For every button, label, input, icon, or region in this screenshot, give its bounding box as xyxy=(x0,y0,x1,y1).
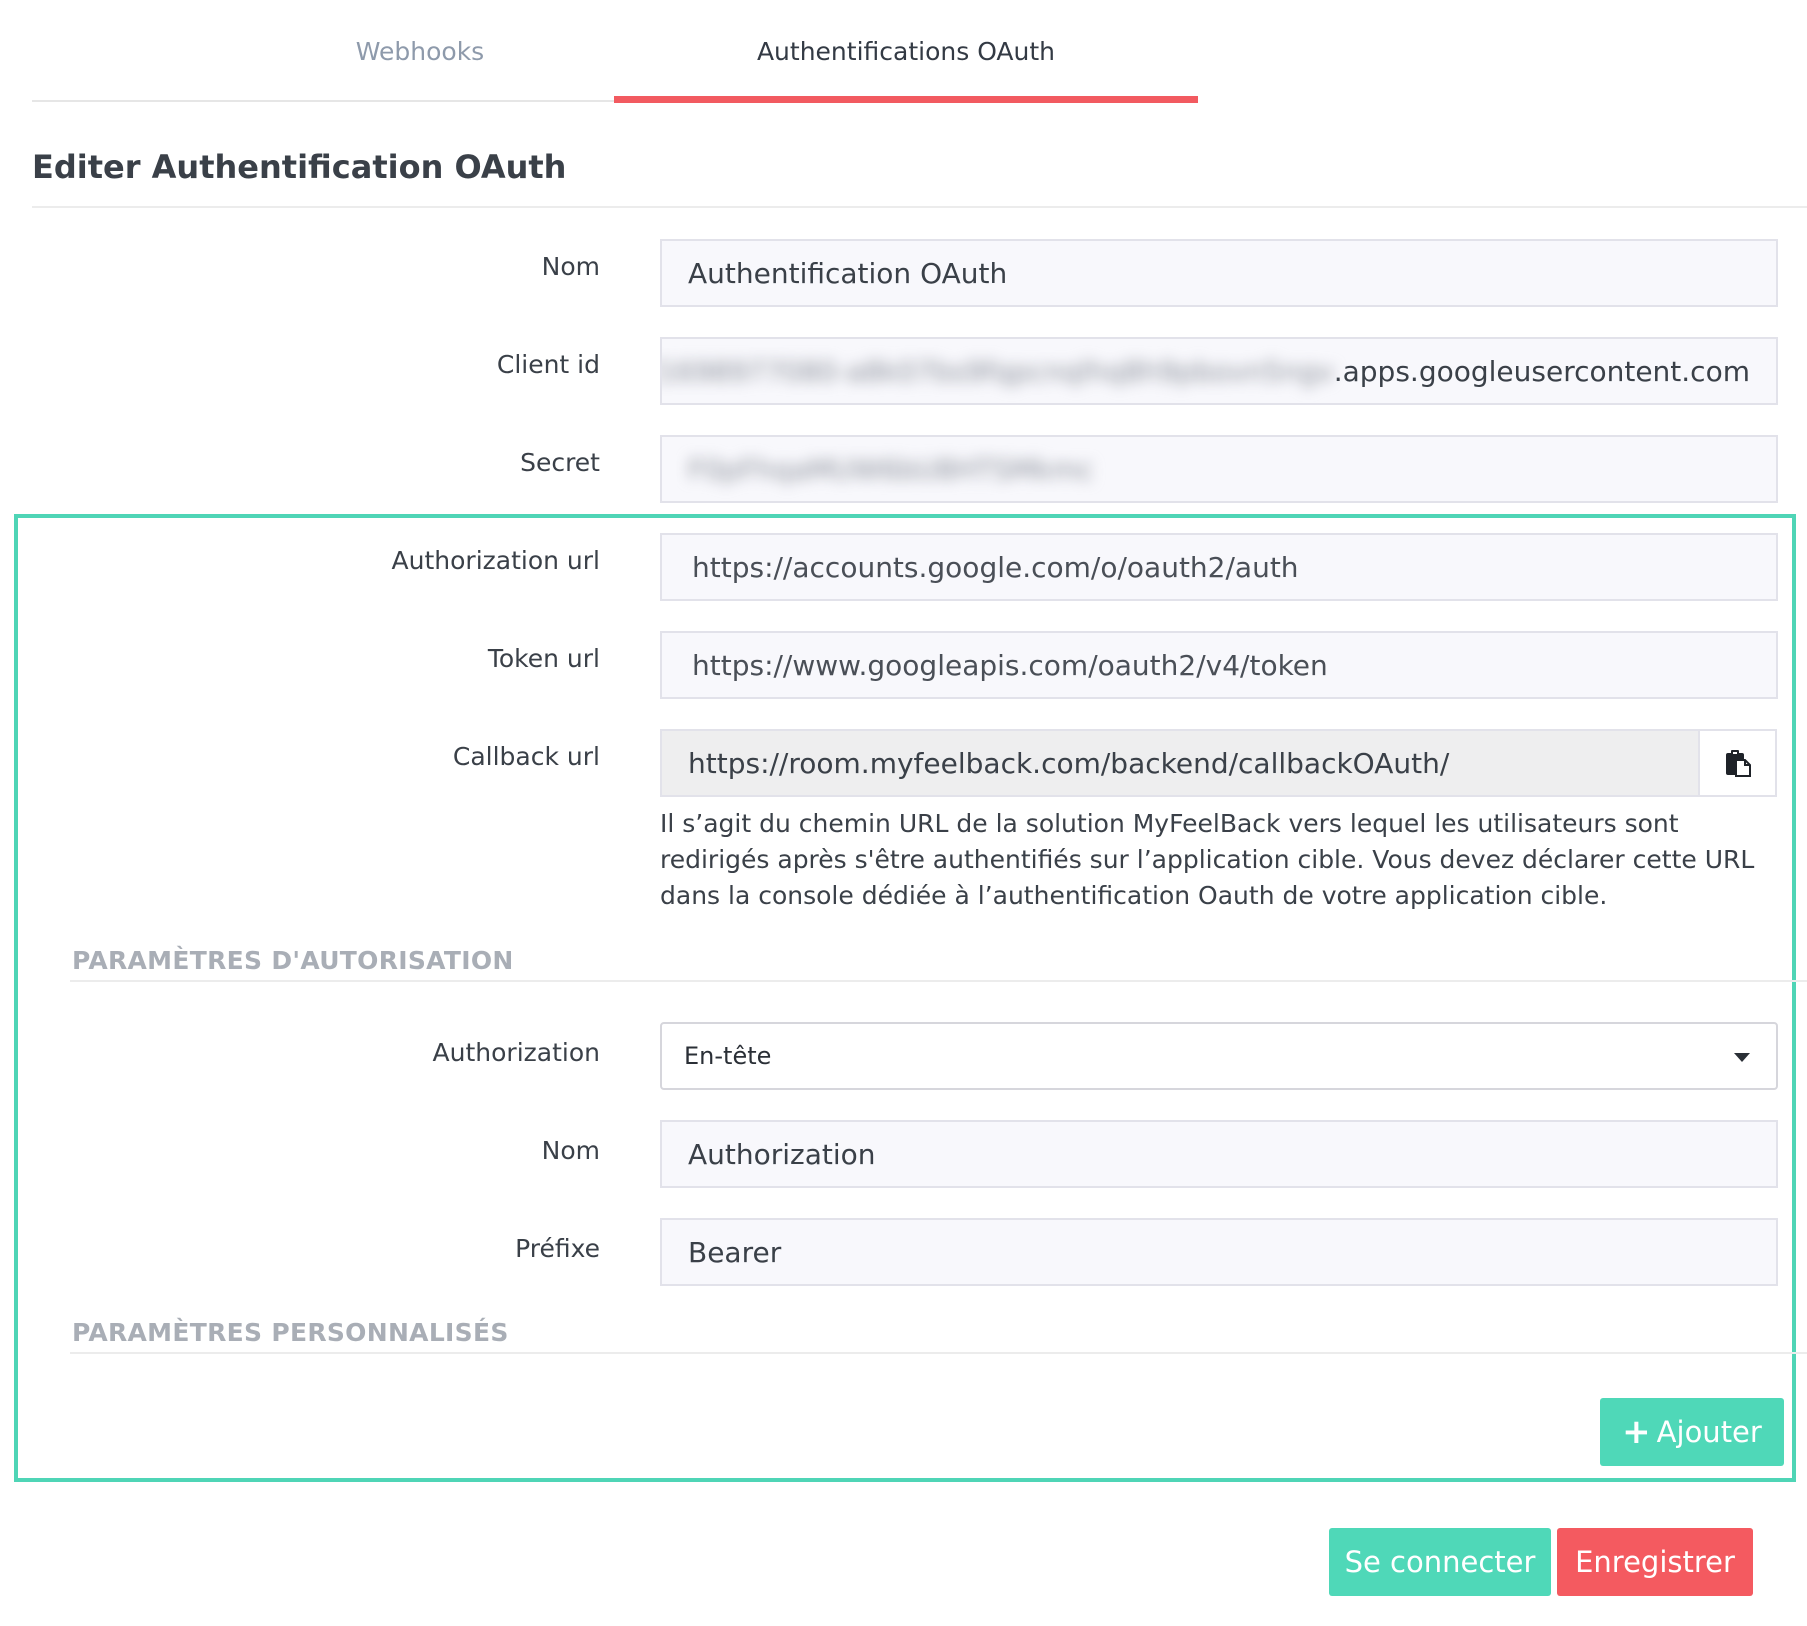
header-name-label: Nom xyxy=(541,1136,600,1165)
authorization-url-value: https://accounts.google.com/o/oauth2/aut… xyxy=(692,550,1299,584)
token-url-label: Token url xyxy=(487,644,600,673)
copy-callback-button[interactable] xyxy=(1698,729,1777,797)
nom-label: Nom xyxy=(541,252,600,281)
client-id-suffix: .apps.googleusercontent.com xyxy=(1333,354,1750,388)
token-url-field[interactable]: https://www.googleapis.com/oauth2/v4/tok… xyxy=(660,631,1778,699)
connect-button[interactable]: Se connecter xyxy=(1329,1528,1551,1596)
callback-help-text: Il s’agit du chemin URL de la solution M… xyxy=(660,809,1755,910)
callback-url-label: Callback url xyxy=(452,742,600,771)
secret-redacted: F0pFhqaMUW6bU8HTSMkmc xyxy=(688,452,1094,486)
secret-field[interactable]: F0pFhqaMUW6bU8HTSMkmc xyxy=(660,435,1778,503)
save-label: Enregistrer xyxy=(1575,1545,1735,1579)
add-parameter-label: Ajouter xyxy=(1656,1415,1762,1449)
callback-url-value: https://room.myfeelback.com/backend/call… xyxy=(688,746,1450,780)
connect-label: Se connecter xyxy=(1344,1545,1536,1579)
prefix-label: Préfixe xyxy=(515,1234,600,1263)
tab-webhooks[interactable]: Webhooks xyxy=(228,0,612,103)
tab-oauth-authentications[interactable]: Authentifications OAuth xyxy=(614,0,1198,103)
prefix-field[interactable]: Bearer xyxy=(660,1218,1778,1286)
tab-webhooks-label: Webhooks xyxy=(355,37,485,66)
tab-bar: Webhooks Authentifications OAuth xyxy=(32,0,1198,103)
caret-down-icon xyxy=(1734,1053,1750,1062)
token-url-value: https://www.googleapis.com/oauth2/v4/tok… xyxy=(692,648,1328,682)
prefix-value: Bearer xyxy=(688,1235,782,1269)
clipboard-icon xyxy=(1725,750,1751,777)
tab-oauth-label: Authentifications OAuth xyxy=(756,37,1056,66)
custom-params-divider xyxy=(70,1352,1807,1354)
authorization-selected: En-tête xyxy=(684,1042,772,1070)
header-name-field[interactable]: Authorization xyxy=(660,1120,1778,1188)
title-divider xyxy=(32,206,1807,208)
client-id-redacted: 121698977080-a8k07bs9fqpcnqlhq8h9pbovn5n… xyxy=(660,354,1334,388)
page-title: Editer Authentification OAuth xyxy=(32,148,567,186)
add-parameter-button[interactable]: + Ajouter xyxy=(1600,1398,1784,1466)
authorization-select[interactable]: En-tête xyxy=(660,1022,1778,1090)
auth-params-heading: PARAMÈTRES D'AUTORISATION xyxy=(72,946,514,975)
header-name-value: Authorization xyxy=(688,1137,876,1171)
authorization-url-field[interactable]: https://accounts.google.com/o/oauth2/aut… xyxy=(660,533,1778,601)
plus-icon: + xyxy=(1622,1412,1651,1452)
nom-field[interactable]: Authentification OAuth xyxy=(660,239,1778,307)
authorization-label: Authorization xyxy=(432,1038,600,1067)
client-id-field[interactable]: 121698977080-a8k07bs9fqpcnqlhq8h9pbovn5n… xyxy=(660,337,1778,405)
nom-value: Authentification OAuth xyxy=(688,256,1008,290)
auth-params-divider xyxy=(70,980,1807,982)
client-id-label: Client id xyxy=(496,350,600,379)
secret-label: Secret xyxy=(520,448,600,477)
authorization-url-label: Authorization url xyxy=(391,546,600,575)
custom-params-heading: PARAMÈTRES PERSONNALISÉS xyxy=(72,1318,509,1347)
active-tab-indicator xyxy=(614,96,1198,103)
save-button[interactable]: Enregistrer xyxy=(1557,1528,1753,1596)
callback-url-field[interactable]: https://room.myfeelback.com/backend/call… xyxy=(660,729,1700,797)
